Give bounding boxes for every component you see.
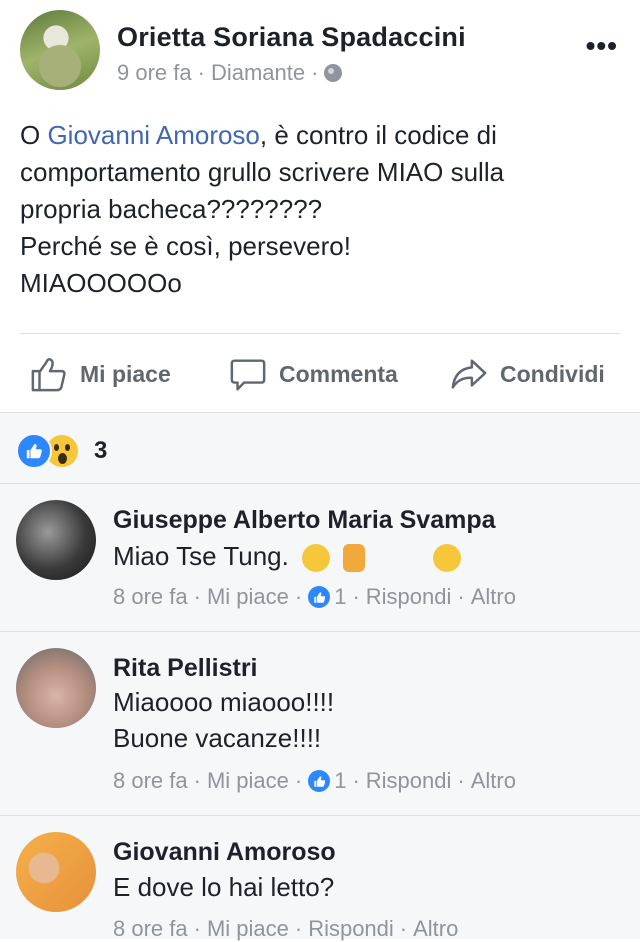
comment-author[interactable]: Giuseppe Alberto Maria Svampa — [113, 506, 496, 535]
comment-like-button[interactable]: Mi piace — [207, 916, 289, 942]
reactions-summary[interactable]: 3 — [16, 433, 107, 469]
thumbs-up-icon — [30, 355, 68, 393]
comment-more-button[interactable]: Altro — [413, 916, 458, 942]
comment-meta: 8 ore fa· Mi piace· 1· Rispondi· Altro — [113, 584, 516, 610]
comment-reply-button[interactable]: Rispondi — [366, 584, 452, 610]
comment-text: Miaoooo miaooo!!!! Buone vacanze!!!! — [113, 684, 334, 756]
share-arrow-icon — [450, 355, 488, 393]
comment-item: Giuseppe Alberto Maria Svampa Miao Tse T… — [0, 484, 640, 630]
speech-bubble-icon — [229, 355, 267, 393]
post-meta: 9 ore fa · Diamante · — [117, 60, 342, 86]
comment-time[interactable]: 8 ore fa — [113, 916, 188, 942]
divider — [20, 333, 620, 334]
comment-like-count[interactable]: 1 — [334, 768, 346, 794]
avatar[interactable] — [16, 648, 96, 728]
cat-laughing-emoji-icon — [433, 544, 461, 572]
more-options-icon[interactable]: ••• — [586, 30, 618, 62]
post-author[interactable]: Orietta Soriana Spadaccini — [117, 22, 466, 53]
comment-text: Miao Tse Tung. — [113, 538, 461, 574]
comment-item: Giovanni Amoroso E dove lo hai letto? 8 … — [0, 816, 640, 940]
like-button[interactable]: Mi piace — [30, 355, 171, 393]
comment-reply-button[interactable]: Rispondi — [308, 916, 394, 942]
author-avatar[interactable] — [20, 10, 100, 90]
comment-more-button[interactable]: Altro — [471, 584, 516, 610]
comment-meta: 8 ore fa· Mi piace· Rispondi· Altro — [113, 916, 458, 942]
comment-time[interactable]: 8 ore fa — [113, 768, 188, 794]
post-actions: Mi piace Commenta Condividi — [0, 340, 640, 410]
like-count-icon — [308, 586, 330, 608]
comment-like-button[interactable]: Mi piace — [207, 584, 289, 610]
comments-section: 3 Giuseppe Alberto Maria Svampa Miao Tse… — [0, 412, 640, 939]
like-count-icon — [308, 770, 330, 792]
post-time[interactable]: 9 ore fa — [117, 60, 192, 86]
share-button[interactable]: Condividi — [450, 355, 605, 393]
comment-text: E dove lo hai letto? — [113, 869, 334, 905]
comment-like-count[interactable]: 1 — [334, 584, 346, 610]
mention-link[interactable]: Giovanni Amoroso — [47, 120, 259, 150]
reaction-count: 3 — [94, 437, 107, 465]
comment-meta: 8 ore fa· Mi piace· 1· Rispondi· Altro — [113, 768, 516, 794]
comment-like-button[interactable]: Mi piace — [207, 768, 289, 794]
comment-button[interactable]: Commenta — [229, 355, 398, 393]
post-location[interactable]: Diamante — [211, 60, 305, 86]
comment-author[interactable]: Giovanni Amoroso — [113, 838, 336, 867]
globe-icon — [324, 64, 342, 82]
comment-more-button[interactable]: Altro — [471, 768, 516, 794]
comment-author[interactable]: Rita Pellistri — [113, 654, 258, 683]
laughing-emoji-icon — [302, 544, 330, 572]
avatar[interactable] — [16, 832, 96, 912]
comment-item: Rita Pellistri Miaoooo miaooo!!!! Buone … — [0, 632, 640, 815]
post-card: Orietta Soriana Spadaccini 9 ore fa · Di… — [0, 0, 640, 412]
like-reaction-icon — [16, 433, 52, 469]
avatar[interactable] — [16, 500, 96, 580]
post-body: O Giovanni Amoroso, è contro il codice d… — [20, 117, 620, 302]
raised-fist-icon — [343, 544, 365, 572]
comment-time[interactable]: 8 ore fa — [113, 584, 188, 610]
comment-reply-button[interactable]: Rispondi — [366, 768, 452, 794]
